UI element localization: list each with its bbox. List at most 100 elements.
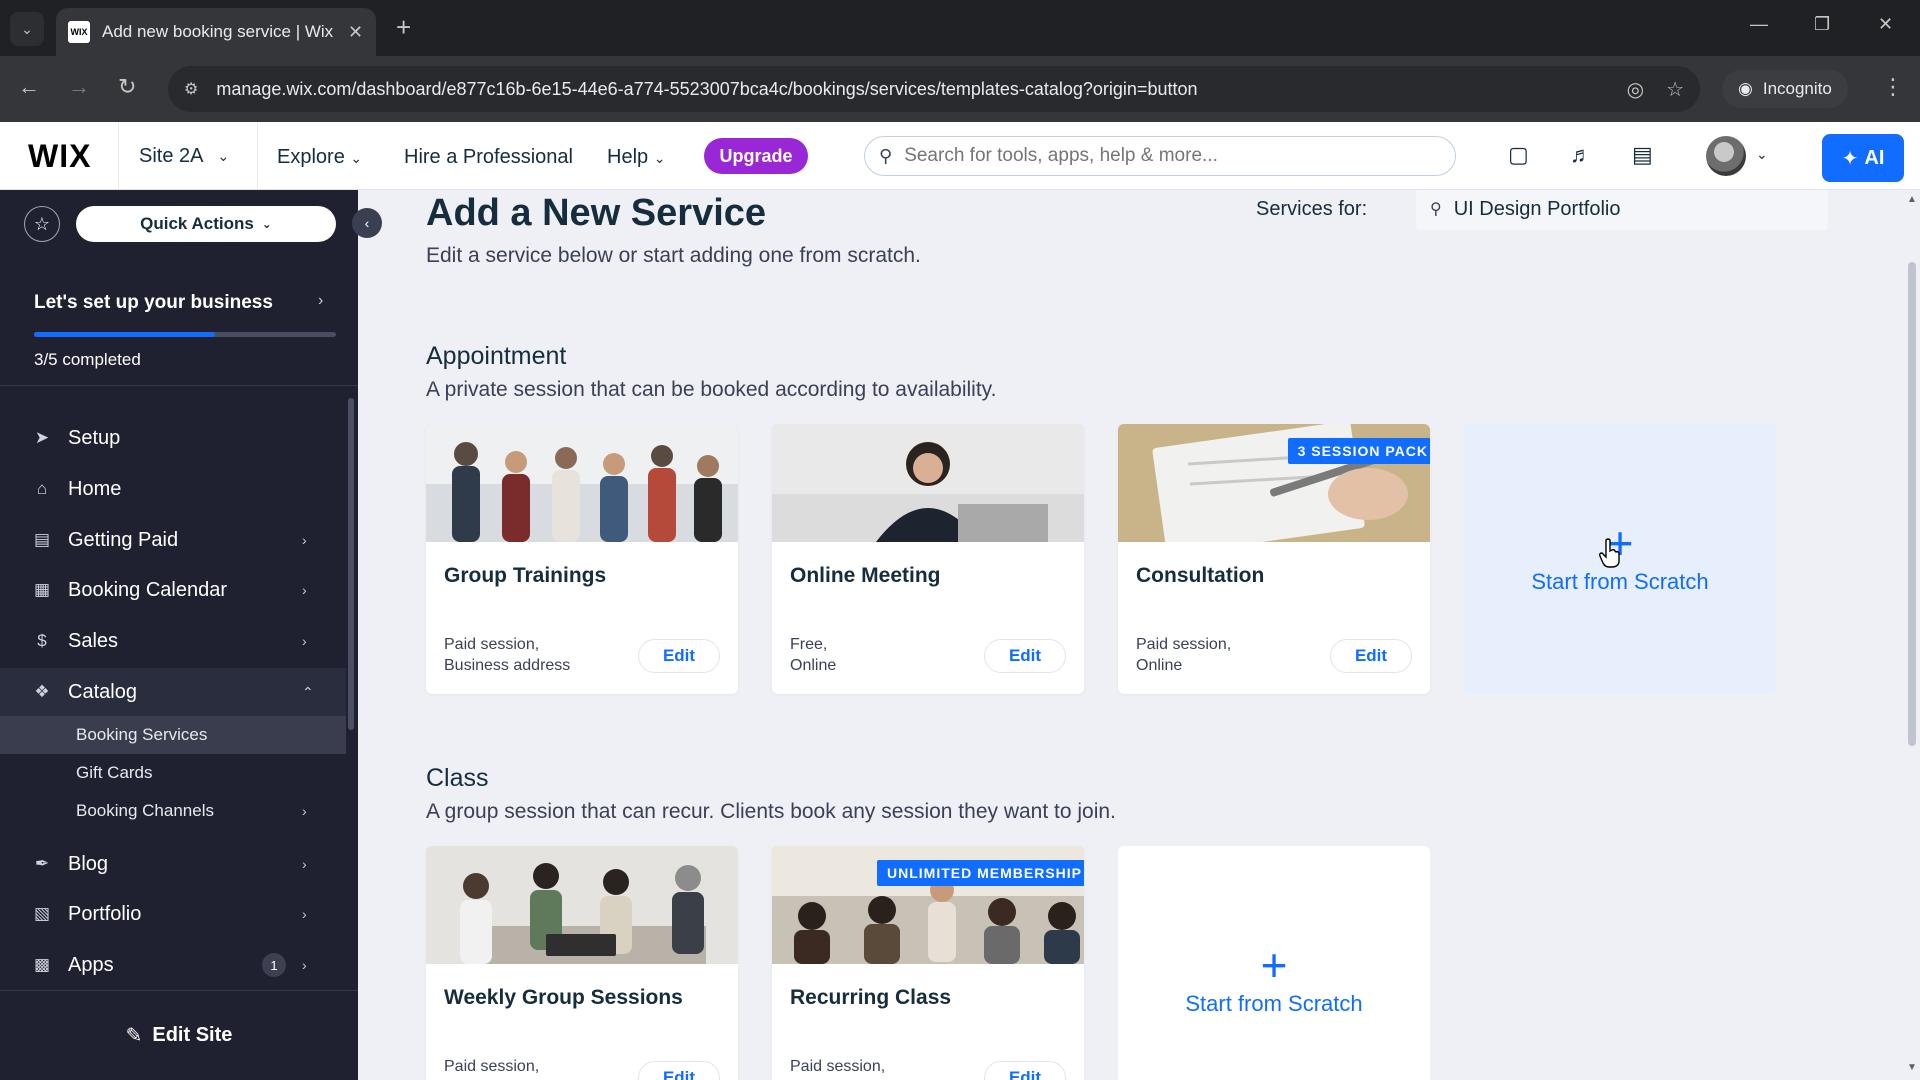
sidebar-subitem-gift-cards[interactable]: Gift Cards bbox=[0, 754, 346, 792]
sidebar-item-blog[interactable]: ✒ Blog › bbox=[0, 840, 346, 888]
page-title: Add a New Service bbox=[426, 192, 767, 234]
tab-list-chevron-icon[interactable]: ⌄ bbox=[10, 12, 44, 46]
edit-button[interactable]: Edit bbox=[1330, 639, 1412, 673]
edit-button[interactable]: Edit bbox=[638, 1061, 720, 1080]
sidebar-item-setup[interactable]: ➤ Setup bbox=[0, 414, 346, 462]
page-subtitle: Edit a service below or start adding one… bbox=[426, 244, 921, 267]
url-text[interactable]: manage.wix.com/dashboard/e877c16b-6e15-4… bbox=[216, 79, 1604, 100]
search-input[interactable] bbox=[904, 145, 1425, 167]
chevron-down-icon: ⌄ bbox=[653, 150, 666, 166]
sidebar-scrollbar[interactable] bbox=[348, 398, 354, 730]
sidebar-subitem-booking-channels[interactable]: Booking Channels › bbox=[0, 792, 346, 830]
setup-progress-block[interactable]: Let's set up your business › 3/5 complet… bbox=[0, 266, 358, 386]
chevron-right-icon: › bbox=[302, 532, 307, 548]
chevron-right-icon: › bbox=[318, 292, 324, 309]
browser-tab[interactable]: WIX Add new booking service | Wix ✕ bbox=[56, 8, 376, 56]
appointment-section-subtitle: A private session that can be booked acc… bbox=[426, 378, 997, 401]
catalog-icon: ❖ bbox=[34, 682, 50, 701]
service-name: Consultation bbox=[1136, 564, 1265, 587]
service-details: Paid session, Business address bbox=[444, 636, 571, 674]
new-tab-plus-icon[interactable]: + bbox=[396, 14, 411, 40]
forward-arrow-icon[interactable]: → bbox=[68, 74, 90, 100]
minimize-icon[interactable]: — bbox=[1750, 14, 1768, 35]
tab-close-icon[interactable]: ✕ bbox=[348, 22, 363, 43]
sidebar: ☆ Quick Actions ⌄ Let's set up your busi… bbox=[0, 190, 358, 1080]
service-card-recurring-class[interactable]: UNLIMITED MEMBERSHIP Recurring Class Pai… bbox=[772, 846, 1084, 1080]
tab-title: Add new booking service | Wix bbox=[102, 22, 334, 41]
collapse-sidebar-button[interactable]: ‹ bbox=[352, 208, 382, 238]
start-from-scratch-class[interactable]: + Start from Scratch bbox=[1118, 846, 1430, 1080]
edit-site-button[interactable]: ✎ Edit Site bbox=[0, 990, 358, 1080]
setup-title: Let's set up your business bbox=[34, 292, 273, 313]
setup-progress-bar bbox=[34, 332, 336, 337]
class-section-subtitle: A group session that can recur. Clients … bbox=[426, 800, 1116, 823]
apps-grid-icon: ▩ bbox=[33, 955, 51, 974]
chevron-down-icon: ⌄ bbox=[261, 217, 272, 231]
sidebar-item-getting-paid[interactable]: ▤ Getting Paid › bbox=[0, 516, 346, 564]
search-box[interactable]: ⚲ bbox=[864, 136, 1456, 176]
scroll-up-icon[interactable]: ▲ bbox=[1907, 194, 1917, 205]
edit-button[interactable]: Edit bbox=[638, 639, 720, 673]
address-bar[interactable]: ⚙ manage.wix.com/dashboard/e877c16b-6e15… bbox=[168, 66, 1700, 112]
site-name: Site 2A bbox=[139, 144, 204, 167]
back-arrow-icon[interactable]: ← bbox=[18, 74, 40, 100]
incognito-indicator[interactable]: ◉ Incognito bbox=[1722, 70, 1848, 108]
window-close-icon[interactable]: ✕ bbox=[1878, 14, 1893, 35]
rocket-icon: ➤ bbox=[34, 428, 50, 447]
service-details: Paid session, bbox=[444, 1058, 540, 1075]
page-scrollbar-thumb[interactable] bbox=[1908, 262, 1916, 746]
setup-count: 3/5 completed bbox=[34, 350, 141, 369]
service-card-group-trainings[interactable]: Group Trainings Paid session, Business a… bbox=[426, 424, 738, 694]
restore-icon[interactable]: ❐ bbox=[1814, 14, 1830, 35]
chat-icon[interactable]: ▢ bbox=[1508, 142, 1529, 168]
wix-logo[interactable]: WIX bbox=[28, 138, 91, 175]
plus-icon: + bbox=[1260, 939, 1288, 991]
service-card-weekly-group-sessions[interactable]: Weekly Group Sessions Paid session, Edit bbox=[426, 846, 738, 1080]
apps-count-badge: 1 bbox=[262, 953, 286, 977]
sidebar-item-sales[interactable]: $ Sales › bbox=[0, 617, 346, 665]
edit-button[interactable]: Edit bbox=[984, 1061, 1066, 1080]
service-name: Weekly Group Sessions bbox=[444, 986, 683, 1009]
chevron-right-icon: › bbox=[302, 803, 307, 819]
page-scrollbar[interactable]: ▲ ▼ bbox=[1904, 190, 1920, 1080]
hire-professional-link[interactable]: Hire a Professional bbox=[404, 146, 573, 169]
sidebar-item-home[interactable]: ⌂ Home bbox=[0, 465, 346, 513]
chevron-right-icon: › bbox=[302, 856, 307, 872]
bookmark-star-icon[interactable]: ☆ bbox=[1666, 77, 1684, 102]
bell-icon[interactable]: ♬ bbox=[1570, 142, 1592, 168]
service-card-online-meeting[interactable]: Online Meeting Free, Online Edit bbox=[772, 424, 1084, 694]
browser-menu-icon[interactable]: ⋮ bbox=[1882, 74, 1904, 100]
pencil-icon: ✎ bbox=[125, 1025, 143, 1047]
ai-assistant-button[interactable]: ✦ AI bbox=[1822, 134, 1904, 182]
site-info-icon[interactable]: ⚙ bbox=[184, 79, 198, 99]
sidebar-item-catalog[interactable]: ❖ Catalog ⌃ bbox=[0, 668, 346, 716]
chevron-right-icon: › bbox=[302, 957, 307, 973]
star-icon[interactable]: ☆ bbox=[24, 206, 60, 242]
sidebar-item-portfolio[interactable]: ▧ Portfolio › bbox=[0, 890, 346, 938]
quick-actions-button[interactable]: Quick Actions ⌄ bbox=[76, 206, 336, 242]
service-name: Online Meeting bbox=[790, 564, 941, 587]
scroll-down-icon[interactable]: ▼ bbox=[1907, 1062, 1917, 1073]
chevron-right-icon: › bbox=[302, 633, 307, 649]
explore-menu[interactable]: Explore ⌄ bbox=[277, 146, 362, 169]
browser-tab-bar: ⌄ WIX Add new booking service | Wix ✕ + … bbox=[0, 0, 1920, 56]
avatar[interactable] bbox=[1706, 136, 1746, 176]
start-from-scratch-label: Start from Scratch bbox=[1185, 991, 1363, 1016]
upgrade-button[interactable]: Upgrade bbox=[704, 138, 808, 174]
appointment-section-title: Appointment bbox=[426, 342, 567, 370]
services-for-select[interactable]: ⚲ UI Design Portfolio bbox=[1416, 190, 1828, 230]
chevron-up-icon: ⌃ bbox=[302, 683, 314, 700]
site-selector[interactable]: Site 2A ⌄ bbox=[118, 122, 258, 190]
news-icon[interactable]: ▤ bbox=[1632, 142, 1653, 168]
sidebar-item-apps[interactable]: ▩ Apps 1 › bbox=[0, 941, 346, 989]
sidebar-item-booking-calendar[interactable]: ▦ Booking Calendar › bbox=[0, 566, 346, 614]
reload-icon[interactable]: ↻ bbox=[118, 74, 136, 100]
services-for-value: UI Design Portfolio bbox=[1453, 197, 1621, 220]
sidebar-subitem-booking-services[interactable]: Booking Services bbox=[0, 716, 346, 754]
service-card-consultation[interactable]: 3 SESSION PACK Consultation Paid session… bbox=[1118, 424, 1430, 694]
service-details: Paid session, Online bbox=[1136, 636, 1232, 674]
edit-button[interactable]: Edit bbox=[984, 639, 1066, 673]
eye-off-icon[interactable]: ◎ bbox=[1627, 77, 1644, 102]
help-menu[interactable]: Help ⌄ bbox=[607, 146, 665, 169]
chevron-down-icon[interactable]: ⌄ bbox=[1756, 146, 1768, 163]
